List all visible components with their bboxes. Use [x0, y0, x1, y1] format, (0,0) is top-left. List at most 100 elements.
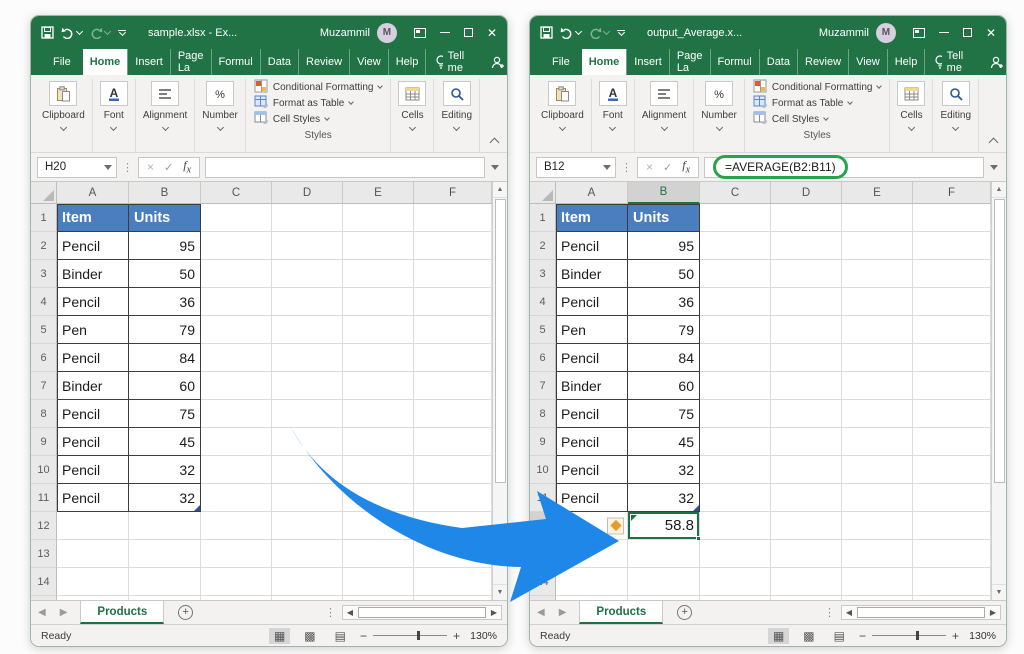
cell-C11[interactable] — [201, 484, 272, 512]
row-header-4[interactable]: 4 — [530, 288, 556, 316]
cell-C10[interactable] — [201, 456, 272, 484]
cell-B7[interactable]: 60 — [628, 372, 700, 400]
cell-E4[interactable] — [842, 288, 913, 316]
cell-A7[interactable]: Binder — [57, 372, 129, 400]
cell-E11[interactable] — [343, 484, 414, 512]
tab-insert[interactable]: Insert — [127, 49, 171, 75]
cell-F9[interactable] — [913, 428, 991, 456]
cell-E4[interactable] — [343, 288, 414, 316]
cell-A7[interactable]: Binder — [556, 372, 628, 400]
undo-button[interactable] — [61, 27, 82, 39]
cell-E14[interactable] — [842, 568, 913, 596]
cell-E6[interactable] — [343, 344, 414, 372]
previous-sheet-icon[interactable]: ◀ — [31, 601, 53, 624]
cell-E15[interactable] — [842, 596, 913, 600]
cell-A5[interactable]: Pen — [57, 316, 129, 344]
cell-D12[interactable] — [771, 512, 842, 540]
column-header-E[interactable]: E — [343, 182, 414, 204]
row-header-11[interactable]: 11 — [31, 484, 57, 512]
cell-F9[interactable] — [414, 428, 492, 456]
scroll-down-icon[interactable]: ▼ — [493, 584, 507, 600]
scroll-right-icon[interactable]: ▶ — [986, 608, 1000, 617]
cell-C4[interactable] — [201, 288, 272, 316]
cancel-formula-button[interactable]: × — [646, 160, 653, 174]
zoom-level[interactable]: 130% — [968, 630, 996, 642]
cell-A4[interactable]: Pencil — [57, 288, 129, 316]
select-all-button[interactable] — [31, 182, 57, 204]
cell-C13[interactable] — [700, 540, 771, 568]
tell-me-button[interactable]: Tell me — [925, 50, 977, 74]
cell-C5[interactable] — [201, 316, 272, 344]
cell-C8[interactable] — [201, 400, 272, 428]
column-header-F[interactable]: F — [414, 182, 492, 204]
horizontal-scroll-thumb[interactable] — [358, 607, 486, 618]
row-header-2[interactable]: 2 — [31, 232, 57, 260]
row-header-2[interactable]: 2 — [530, 232, 556, 260]
cell-E15[interactable] — [343, 596, 414, 600]
cell-F15[interactable] — [913, 596, 991, 600]
ribbon-group-alignment[interactable]: Alignment — [635, 79, 694, 152]
zoom-out-icon[interactable]: − — [360, 629, 367, 643]
row-header-7[interactable]: 7 — [530, 372, 556, 400]
cell-C1[interactable] — [700, 204, 771, 232]
cell-D1[interactable] — [272, 204, 343, 232]
cell-C12[interactable] — [700, 512, 771, 540]
customize-quick-access-button[interactable] — [616, 30, 626, 36]
cell-F6[interactable] — [913, 344, 991, 372]
row-header-5[interactable]: 5 — [31, 316, 57, 344]
vertical-scrollbar[interactable]: ▲ ▼ — [991, 182, 1006, 600]
cell-B14[interactable] — [628, 568, 700, 596]
scroll-left-icon[interactable]: ◀ — [343, 608, 357, 617]
cell-C7[interactable] — [201, 372, 272, 400]
tab-page-la[interactable]: Page La — [171, 49, 212, 75]
name-box-dropdown-icon[interactable] — [603, 165, 611, 170]
column-header-C[interactable]: C — [201, 182, 272, 204]
row-header-6[interactable]: 6 — [530, 344, 556, 372]
cell-D8[interactable] — [272, 400, 343, 428]
ribbon-button-conditional-formatting[interactable]: Conditional Formatting — [753, 79, 882, 95]
cell-A9[interactable]: Pencil — [57, 428, 129, 456]
cell-B10[interactable]: 32 — [129, 456, 201, 484]
cell-E3[interactable] — [842, 260, 913, 288]
cell-F12[interactable] — [913, 512, 991, 540]
page-layout-view-button[interactable]: ▩ — [299, 628, 320, 644]
zoom-slider[interactable]: − + — [859, 629, 959, 643]
cell-E14[interactable] — [343, 568, 414, 596]
page-break-view-button[interactable]: ▤ — [829, 628, 850, 644]
cell-F1[interactable] — [913, 204, 991, 232]
row-header-13[interactable]: 13 — [31, 540, 57, 568]
cell-E8[interactable] — [343, 400, 414, 428]
row-header-13[interactable]: 13 — [530, 540, 556, 568]
cell-F2[interactable] — [913, 232, 991, 260]
maximize-button[interactable] — [464, 28, 473, 37]
tab-page-la[interactable]: Page La — [670, 49, 711, 75]
cell-F6[interactable] — [414, 344, 492, 372]
tab-review[interactable]: Review — [798, 49, 849, 75]
cell-D15[interactable] — [771, 596, 842, 600]
cell-E7[interactable] — [343, 372, 414, 400]
ribbon-group-font[interactable]: AFont — [93, 79, 136, 152]
cell-C11[interactable] — [700, 484, 771, 512]
cell-B11[interactable]: 32 — [628, 484, 700, 512]
horizontal-scroll-thumb[interactable] — [857, 607, 985, 618]
enter-formula-button[interactable]: ✓ — [663, 161, 672, 174]
cell-B14[interactable] — [129, 568, 201, 596]
cell-D10[interactable] — [272, 456, 343, 484]
tab-help[interactable]: Help — [389, 49, 427, 75]
tab-data[interactable]: Data — [760, 49, 798, 75]
cell-F10[interactable] — [414, 456, 492, 484]
next-sheet-icon[interactable]: ▶ — [53, 601, 75, 624]
column-header-D[interactable]: D — [771, 182, 842, 204]
tab-data[interactable]: Data — [261, 49, 299, 75]
cell-B3[interactable]: 50 — [628, 260, 700, 288]
cell-A9[interactable]: Pencil — [556, 428, 628, 456]
cell-B8[interactable]: 75 — [129, 400, 201, 428]
cell-D11[interactable] — [272, 484, 343, 512]
cell-F15[interactable] — [414, 596, 492, 600]
cell-F1[interactable] — [414, 204, 492, 232]
user-avatar[interactable]: M — [377, 23, 397, 43]
row-header-12[interactable]: 12 — [31, 512, 57, 540]
cell-C14[interactable] — [700, 568, 771, 596]
cell-D8[interactable] — [771, 400, 842, 428]
cell-B12[interactable] — [129, 512, 201, 540]
